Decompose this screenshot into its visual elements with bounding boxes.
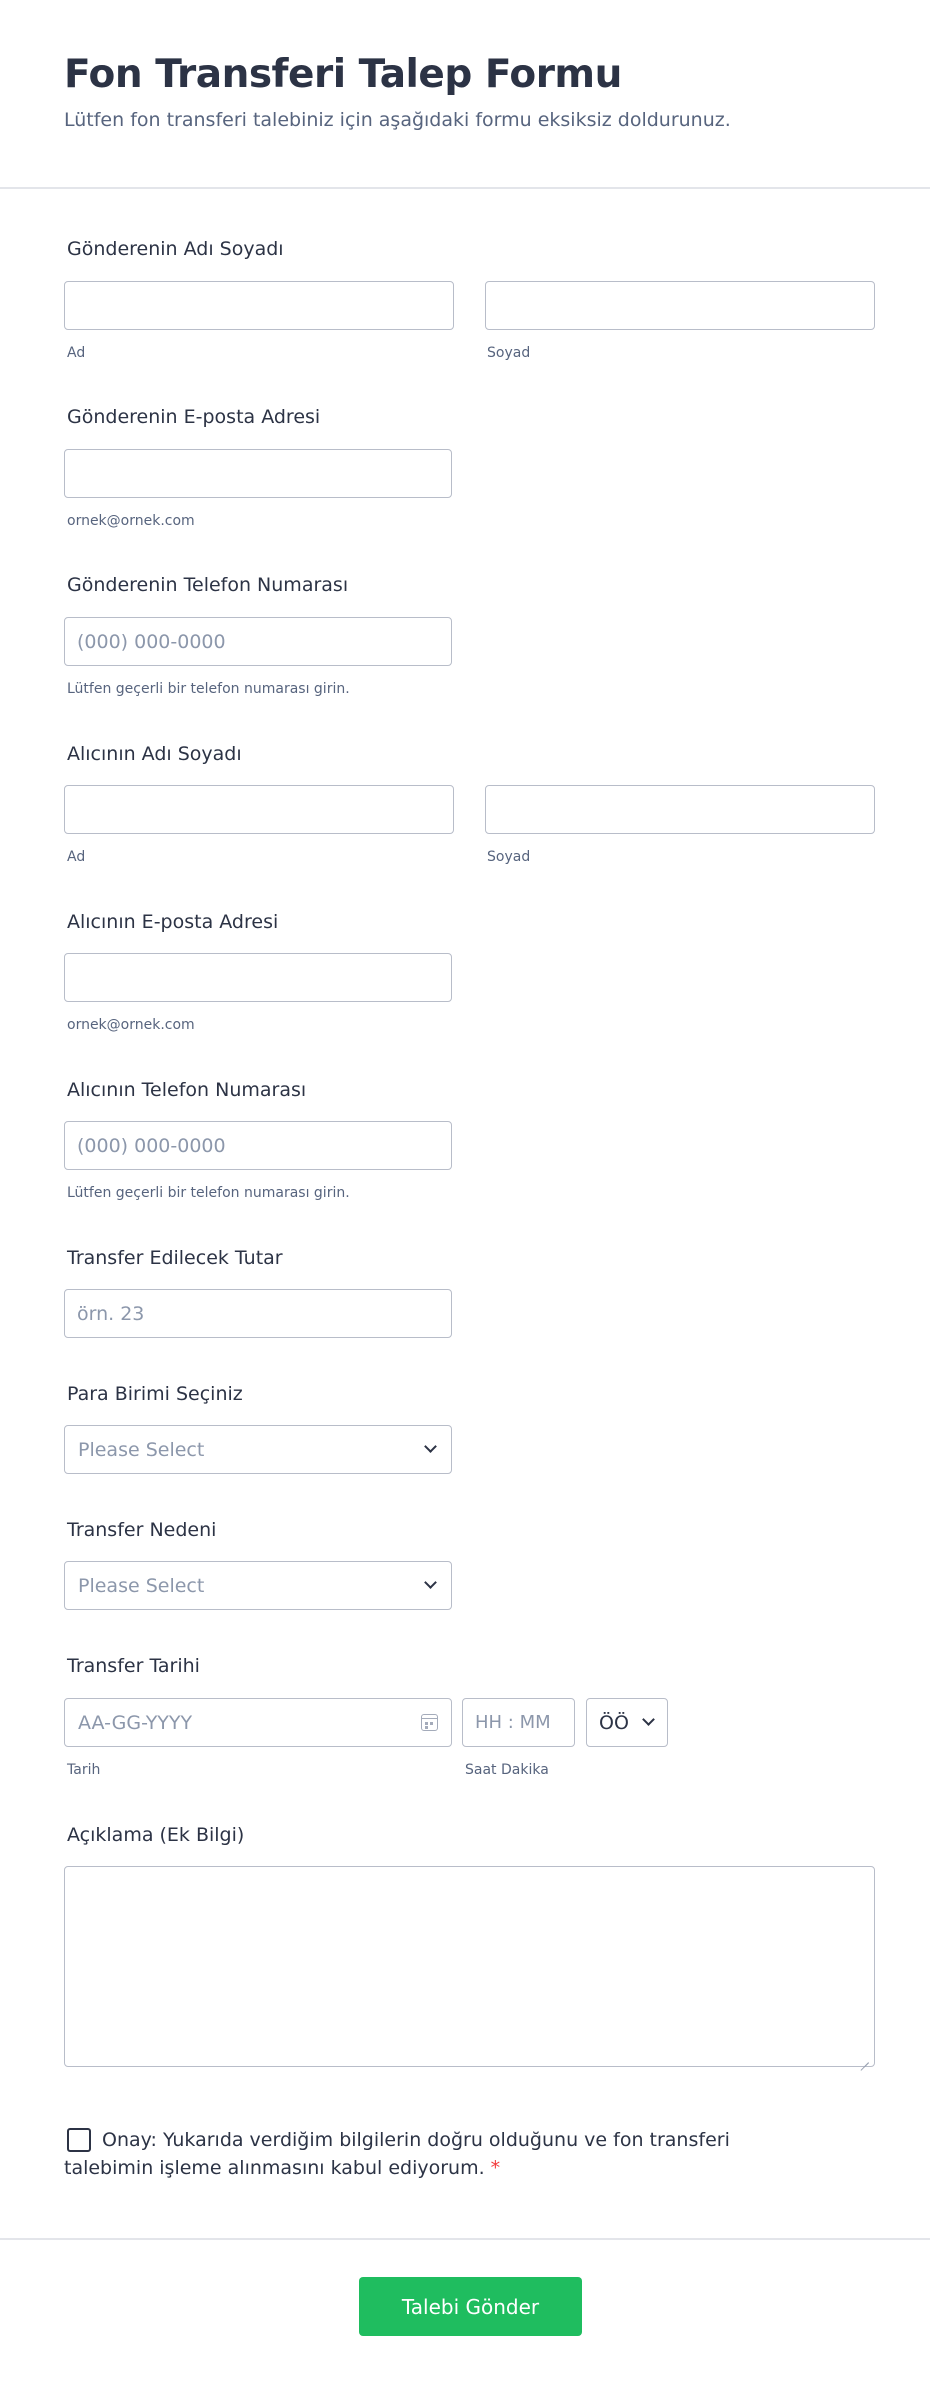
sender-phone-sublabel: Lütfen geçerli bir telefon numarası giri…: [67, 681, 350, 697]
recipient-last-name-input[interactable]: [485, 785, 875, 834]
reason-select[interactable]: Please Select: [64, 1561, 452, 1610]
notes-label: Açıklama (Ek Bilgi): [67, 1824, 245, 1846]
chevron-down-icon: [424, 1440, 437, 1453]
form-header: Fon Transferi Talep Formu Lütfen fon tra…: [0, 0, 930, 189]
sender-name-label: Gönderenin Adı Soyadı: [67, 238, 284, 260]
amount-label: Transfer Edilecek Tutar: [67, 1247, 283, 1269]
recipient-first-name-sublabel: Ad: [67, 849, 86, 865]
consent-label: Onay: Yukarıda verdiğim bilgilerin doğru…: [64, 2129, 730, 2179]
recipient-email-sublabel: ornek@ornek.com: [67, 1017, 195, 1033]
recipient-phone-label: Alıcının Telefon Numarası: [67, 1079, 307, 1101]
amount-input[interactable]: [64, 1289, 452, 1338]
chevron-down-icon: [424, 1576, 437, 1589]
calendar-icon[interactable]: [421, 1714, 438, 1731]
sender-first-name-input[interactable]: [64, 281, 454, 330]
time-sublabel: Saat Dakika: [465, 1762, 549, 1778]
recipient-email-label: Alıcının E-posta Adresi: [67, 911, 279, 933]
transfer-date-label: Transfer Tarihi: [67, 1655, 200, 1677]
submit-button[interactable]: Talebi Gönder: [359, 2277, 582, 2336]
transfer-date-input[interactable]: AA-GG-YYYY: [64, 1698, 452, 1747]
ampm-select[interactable]: ÖÖ: [586, 1698, 668, 1747]
currency-select[interactable]: Please Select: [64, 1425, 452, 1474]
consent-checkbox[interactable]: [67, 2128, 91, 2152]
ampm-value: ÖÖ: [599, 1712, 629, 1734]
recipient-last-name-sublabel: Soyad: [487, 849, 531, 865]
chevron-down-icon: [642, 1713, 655, 1726]
date-placeholder: AA-GG-YYYY: [78, 1712, 193, 1734]
currency-selected-value: Please Select: [78, 1439, 205, 1461]
consent-text: Onay: Yukarıda verdiğim bilgilerin doğru…: [64, 2126, 744, 2182]
sender-phone-input[interactable]: [64, 617, 452, 666]
recipient-email-input[interactable]: [64, 953, 452, 1002]
date-sublabel: Tarih: [67, 1762, 101, 1778]
sender-last-name-sublabel: Soyad: [487, 345, 531, 361]
form-subtitle: Lütfen fon transferi talebiniz için aşağ…: [64, 109, 731, 131]
sender-email-sublabel: ornek@ornek.com: [67, 513, 195, 529]
recipient-phone-input[interactable]: [64, 1121, 452, 1170]
sender-email-input[interactable]: [64, 449, 452, 498]
sender-first-name-sublabel: Ad: [67, 345, 86, 361]
resize-handle-icon[interactable]: [860, 2054, 869, 2063]
time-placeholder: HH : MM: [475, 1712, 551, 1733]
currency-label: Para Birimi Seçiniz: [67, 1383, 243, 1405]
notes-textarea[interactable]: [64, 1866, 875, 2067]
reason-label: Transfer Nedeni: [67, 1519, 217, 1541]
required-asterisk: *: [490, 2157, 501, 2179]
transfer-time-input[interactable]: HH : MM: [462, 1698, 575, 1747]
recipient-phone-sublabel: Lütfen geçerli bir telefon numarası giri…: [67, 1185, 350, 1201]
sender-phone-label: Gönderenin Telefon Numarası: [67, 574, 349, 596]
sender-email-label: Gönderenin E-posta Adresi: [67, 406, 321, 428]
form-title: Fon Transferi Talep Formu: [64, 52, 622, 97]
recipient-first-name-input[interactable]: [64, 785, 454, 834]
sender-last-name-input[interactable]: [485, 281, 875, 330]
reason-selected-value: Please Select: [78, 1575, 205, 1597]
recipient-name-label: Alıcının Adı Soyadı: [67, 743, 242, 765]
footer-divider: [0, 2238, 930, 2240]
